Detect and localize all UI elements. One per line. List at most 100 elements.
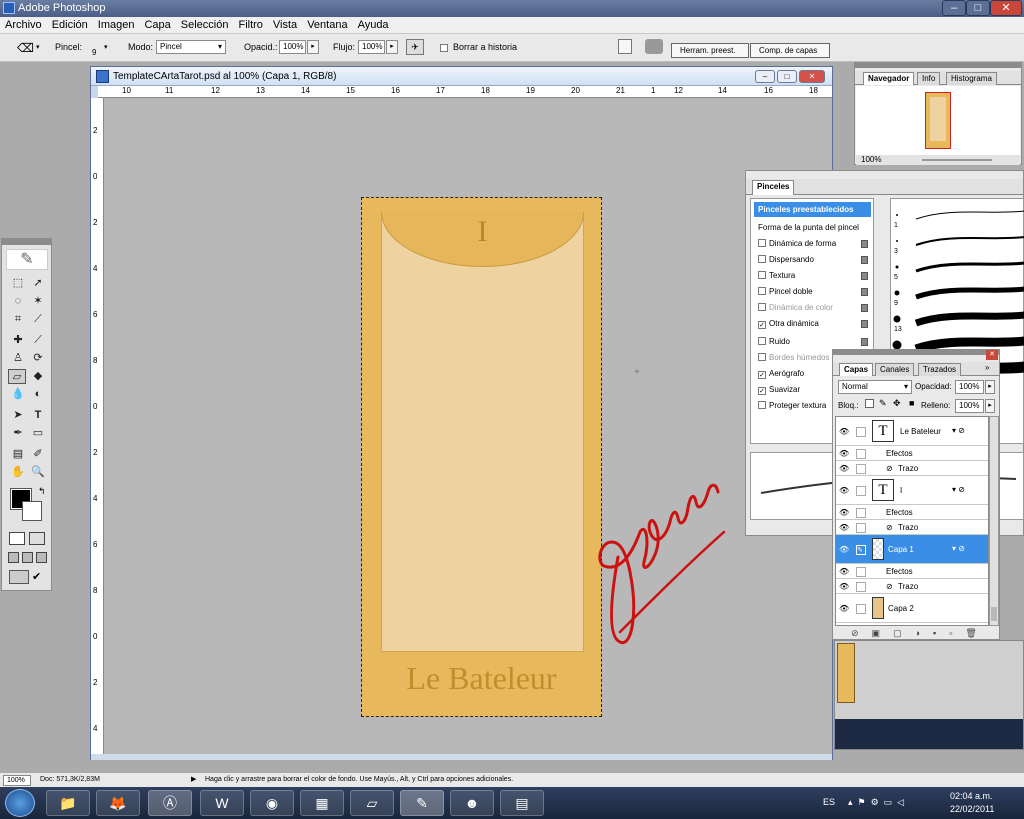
layer-effects-icon[interactable]: ▾ ⊘: [952, 426, 965, 435]
menu-filtro[interactable]: Filtro: [233, 17, 267, 31]
minimize-button[interactable]: –: [942, 0, 966, 16]
brush-option-item[interactable]: Textura: [754, 268, 871, 283]
layer-effect-name[interactable]: Trazo: [898, 523, 918, 532]
lock-icon[interactable]: [861, 288, 868, 296]
layer-opacity-slider-button[interactable]: ▸: [985, 380, 995, 394]
layer-link-box[interactable]: [856, 485, 866, 496]
layer-row[interactable]: 👁 Efectos: [836, 446, 988, 461]
lock-icon[interactable]: [861, 320, 868, 328]
layer-effect-name[interactable]: Efectos: [886, 567, 913, 576]
hand-tool-icon[interactable]: ✋: [9, 465, 27, 480]
dodge-tool-icon[interactable]: ◐: [29, 387, 47, 402]
brush-option-item[interactable]: ✓ Otra dinámica: [754, 316, 871, 331]
layer-row[interactable]: 👁 T Le Bateleur ▾ ⊘: [836, 417, 988, 446]
tab-channels[interactable]: Canales: [875, 363, 915, 376]
feather-icon[interactable]: ✎: [6, 249, 48, 270]
visibility-eye-icon[interactable]: 👁: [839, 523, 849, 532]
brush-option-checkbox[interactable]: ✓: [758, 387, 766, 395]
network-taskbar-icon[interactable]: ▦: [300, 790, 344, 816]
brush-option-checkbox[interactable]: ✓: [758, 371, 766, 379]
layer-row[interactable]: 👁 ⊘ Trazo: [836, 520, 988, 535]
doc-minimize-button[interactable]: –: [755, 70, 775, 83]
word-taskbar-icon[interactable]: W: [200, 790, 244, 816]
layer-effect-name[interactable]: Trazo: [898, 464, 918, 473]
palette-well-icon[interactable]: [645, 39, 663, 54]
menu-archivo[interactable]: Archivo: [0, 17, 47, 31]
screen-mode-full-icon[interactable]: [36, 552, 47, 563]
layer-effect-name[interactable]: Efectos: [886, 508, 913, 517]
menu-vista[interactable]: Vista: [268, 17, 302, 31]
brush-option-item[interactable]: Forma de la punta del pincel: [754, 220, 871, 235]
layer-row[interactable]: 👁 ✎ Capa 1 ▾ ⊘: [836, 535, 988, 564]
layer-row[interactable]: 👁 ⊘ Trazo: [836, 461, 988, 476]
flow-slider-button[interactable]: ▸: [386, 40, 398, 54]
layer-row[interactable]: 👁 Efectos: [836, 564, 988, 579]
brush-option-item[interactable]: Pincel doble: [754, 284, 871, 299]
layer-name[interactable]: Capa 2: [888, 604, 914, 613]
layers-menu-icon[interactable]: »: [985, 363, 989, 372]
menu-seleccion[interactable]: Selección: [176, 17, 234, 31]
brush-option-checkbox[interactable]: [758, 353, 766, 361]
tab-paths[interactable]: Trazados: [918, 363, 962, 376]
brush-option-checkbox[interactable]: [758, 239, 766, 247]
adjustment-layer-icon[interactable]: ◑: [915, 628, 933, 638]
tray-icons[interactable]: ▴⚑⚙▭◁: [848, 797, 909, 808]
tab-layers[interactable]: Capas: [839, 363, 874, 376]
path-select-icon[interactable]: ➤: [9, 408, 27, 423]
new-group-icon[interactable]: ▪: [933, 628, 949, 638]
brush-option-checkbox[interactable]: [758, 255, 766, 263]
brush-option-item[interactable]: Dispersando: [754, 252, 871, 267]
toolbox-grip[interactable]: [2, 239, 51, 245]
screen-mode-standard-icon[interactable]: [8, 552, 19, 563]
zoom-tool-icon[interactable]: 🔍: [29, 465, 47, 480]
layer-style-icon[interactable]: ▣: [872, 628, 894, 638]
doc-maximize-button[interactable]: □: [777, 70, 797, 83]
flow-field[interactable]: 100%: [358, 40, 385, 54]
lock-pixels-icon[interactable]: ✎: [879, 398, 887, 409]
brush-option-checkbox[interactable]: [758, 401, 766, 409]
clock-time[interactable]: 02:04 a.m.: [950, 791, 993, 801]
visibility-eye-icon[interactable]: 👁: [839, 567, 849, 576]
standard-mode-icon[interactable]: [9, 532, 25, 545]
move-tool-icon[interactable]: ➚: [29, 276, 47, 291]
photoshop-taskbar-icon[interactable]: ✎: [400, 790, 444, 816]
clock-date[interactable]: 22/02/2011: [950, 804, 994, 814]
layer-opacity-field[interactable]: 100%: [955, 380, 984, 394]
menu-edicion[interactable]: Edición: [47, 17, 93, 31]
brush-option-checkbox[interactable]: [758, 337, 766, 345]
magic-wand-icon[interactable]: ✶: [29, 294, 47, 309]
brush-option-checkbox[interactable]: [758, 303, 766, 311]
brush-option-checkbox[interactable]: ✓: [758, 321, 766, 329]
brush-tool-icon[interactable]: ⟋: [29, 333, 47, 348]
layer-name[interactable]: I: [900, 486, 902, 495]
messenger-taskbar-icon[interactable]: ☻: [450, 790, 494, 816]
layer-name[interactable]: Capa 1: [888, 545, 914, 554]
chrome-taskbar-icon[interactable]: ◉: [250, 790, 294, 816]
erase-history-checkbox[interactable]: [440, 42, 451, 54]
background-color-swatch[interactable]: [22, 501, 42, 521]
jump-check-icon[interactable]: ✔: [32, 570, 41, 583]
notepad-taskbar-icon[interactable]: ▱: [350, 790, 394, 816]
new-layer-icon[interactable]: ▫: [949, 628, 965, 638]
layer-mask-icon[interactable]: ▢: [893, 628, 915, 638]
tab-brushes[interactable]: Pinceles: [752, 180, 795, 195]
visibility-eye-icon[interactable]: 👁: [839, 508, 849, 517]
status-arrow-icon[interactable]: ▶: [191, 775, 196, 783]
explorer-taskbar-icon[interactable]: 📁: [46, 790, 90, 816]
layers-scrollbar[interactable]: [989, 416, 999, 626]
visibility-eye-icon[interactable]: 👁: [839, 486, 849, 495]
visibility-eye-icon[interactable]: 👁: [839, 449, 849, 458]
brush-option-checkbox[interactable]: [758, 271, 766, 279]
tab-layer-comps[interactable]: Comp. de capas: [750, 43, 830, 58]
tab-info[interactable]: Info: [917, 72, 941, 85]
type-tool-icon[interactable]: T: [29, 408, 47, 423]
navigator-preview[interactable]: [856, 86, 1020, 155]
file-browser-icon[interactable]: [618, 39, 632, 54]
fill-field[interactable]: 100%: [955, 399, 984, 413]
brush-picker-dropdown[interactable]: ▾: [104, 43, 108, 51]
shape-tool-icon[interactable]: ▭: [29, 426, 47, 441]
brush-option-checkbox[interactable]: [758, 287, 766, 295]
layer-link-box[interactable]: [856, 581, 866, 592]
history-brush-icon[interactable]: ⟳: [29, 351, 47, 366]
lock-icon[interactable]: [861, 272, 868, 280]
